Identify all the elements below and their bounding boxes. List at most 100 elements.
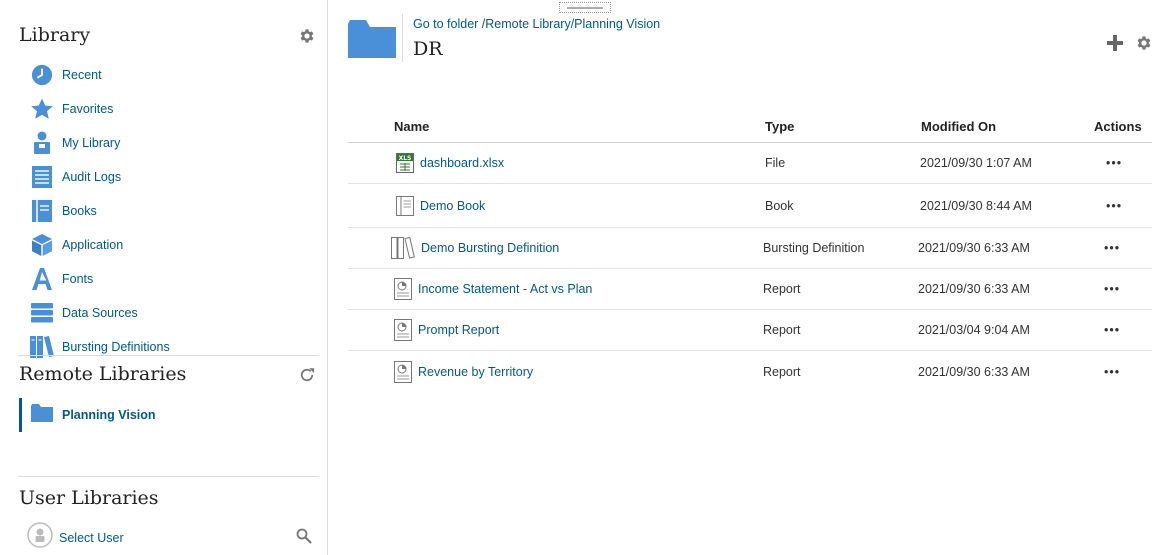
- select-user-label: Select User: [59, 530, 124, 545]
- row-type: File: [765, 156, 786, 170]
- row-modified: 2021/09/30 6:33 AM: [918, 282, 1030, 296]
- nav-item-books[interactable]: Books: [30, 194, 170, 228]
- row-name: Income Statement - Act vs Plan: [418, 282, 593, 296]
- nav-item-label: Favorites: [62, 102, 114, 116]
- library-nav: Recent Favorites My Library Audit Logs B…: [30, 58, 170, 364]
- table-header: Name Type Modified On Actions: [348, 112, 1152, 143]
- select-user-button[interactable]: Select User: [27, 522, 124, 553]
- nav-item-label: Fonts: [62, 272, 94, 286]
- library-sidebar: Library Recent Favorites My Library Audi…: [0, 0, 328, 555]
- row-type: Book: [765, 198, 794, 213]
- library-title: Library: [19, 24, 91, 46]
- nav-item-audit-logs[interactable]: Audit Logs: [30, 160, 170, 194]
- main-content: Go to folder /Remote Library/Planning Vi…: [329, 0, 1171, 555]
- page-title: DR: [413, 38, 443, 60]
- row-name-link[interactable]: Demo Bursting Definition: [391, 237, 559, 259]
- font-icon: [30, 267, 54, 291]
- column-header-actions: Actions: [1094, 119, 1142, 134]
- column-header-name[interactable]: Name: [394, 119, 429, 134]
- row-actions-menu[interactable]: •••: [1106, 156, 1122, 170]
- table-row[interactable]: Demo Bursting Definition Bursting Defini…: [348, 228, 1152, 269]
- avatar-icon: [27, 522, 53, 553]
- nav-item-label: Application: [62, 238, 124, 252]
- row-actions-menu[interactable]: •••: [1104, 241, 1120, 255]
- row-actions-menu[interactable]: •••: [1104, 323, 1120, 337]
- row-name: Demo Book: [420, 198, 486, 213]
- user-icon: [30, 131, 54, 155]
- row-modified: 2021/09/30 6:33 AM: [918, 241, 1030, 255]
- add-icon[interactable]: [1107, 35, 1123, 56]
- library-settings-gear-icon[interactable]: [298, 27, 316, 45]
- header-separator: [402, 14, 403, 62]
- nav-item-recent[interactable]: Recent: [30, 58, 170, 92]
- document-lines-icon: [30, 165, 54, 189]
- table-row[interactable]: Revenue by Territory Report 2021/09/30 6…: [348, 351, 1152, 392]
- table-row[interactable]: Income Statement - Act vs Plan Report 20…: [348, 269, 1152, 310]
- xls-icon: XLS: [396, 153, 414, 173]
- column-header-modified[interactable]: Modified On: [921, 119, 996, 134]
- row-name-link[interactable]: Prompt Report: [394, 319, 499, 341]
- row-name: Revenue by Territory: [418, 364, 534, 379]
- nav-item-label: Data Sources: [62, 306, 138, 320]
- row-name-link[interactable]: Income Statement - Act vs Plan: [394, 278, 592, 300]
- header-actions: [1107, 34, 1153, 57]
- row-name: dashboard.xlsx: [420, 156, 505, 170]
- refresh-icon[interactable]: [298, 366, 316, 384]
- report-icon: [394, 360, 412, 383]
- nav-item-label: My Library: [62, 136, 121, 150]
- book-icon: [30, 199, 54, 223]
- row-name-link[interactable]: XLS dashboard.xlsx: [396, 153, 504, 173]
- row-type: Report: [763, 364, 801, 379]
- row-name: Prompt Report: [418, 323, 500, 337]
- sidebar-divider: [18, 476, 319, 477]
- row-modified: 2021/09/30 6:33 AM: [918, 364, 1030, 379]
- remote-item-planning-vision[interactable]: Planning Vision: [19, 398, 319, 432]
- row-actions-menu[interactable]: •••: [1106, 199, 1122, 213]
- book-icon: [396, 195, 414, 216]
- row-type: Report: [763, 282, 801, 296]
- row-type: Report: [763, 323, 801, 337]
- row-actions-menu[interactable]: •••: [1104, 282, 1120, 296]
- nav-item-label: Recent: [62, 68, 102, 82]
- nav-item-label: Bursting Definitions: [62, 340, 170, 354]
- database-icon: [30, 301, 54, 325]
- report-icon: [394, 278, 412, 300]
- nav-item-label: Books: [62, 204, 97, 218]
- row-type: Bursting Definition: [763, 241, 865, 255]
- svg-text:XLS: XLS: [399, 155, 412, 162]
- nav-item-my-library[interactable]: My Library: [30, 126, 170, 160]
- row-actions-menu[interactable]: •••: [1104, 365, 1120, 379]
- breadcrumb[interactable]: Go to folder /Remote Library/Planning Vi…: [413, 17, 660, 31]
- clock-icon: [30, 63, 54, 87]
- gear-icon[interactable]: [1135, 34, 1153, 57]
- drag-handle[interactable]: [559, 2, 611, 13]
- folder-icon: [348, 20, 396, 63]
- cube-icon: [30, 233, 54, 257]
- nav-item-data-sources[interactable]: Data Sources: [30, 296, 170, 330]
- nav-item-fonts[interactable]: Fonts: [30, 262, 170, 296]
- row-name: Demo Bursting Definition: [421, 241, 560, 255]
- column-header-type[interactable]: Type: [765, 119, 794, 134]
- table-row[interactable]: Prompt Report Report 2021/03/04 9:04 AM …: [348, 310, 1152, 351]
- user-libraries-title: User Libraries: [19, 487, 159, 509]
- row-modified: 2021/09/30 1:07 AM: [920, 156, 1032, 170]
- table-row[interactable]: Demo Book Book 2021/09/30 8:44 AM •••: [348, 184, 1152, 228]
- table-row[interactable]: XLS dashboard.xlsx File 2021/09/30 1:07 …: [348, 143, 1152, 184]
- folder-icon: [31, 403, 53, 427]
- row-modified: 2021/03/04 9:04 AM: [918, 323, 1030, 337]
- nav-item-bursting-definitions[interactable]: Bursting Definitions: [30, 330, 170, 364]
- row-name-link[interactable]: Revenue by Territory: [394, 360, 534, 383]
- row-modified: 2021/09/30 8:44 AM: [920, 198, 1032, 213]
- bursting-icon: [391, 237, 415, 259]
- report-icon: [394, 319, 412, 341]
- remote-item-label: Planning Vision: [62, 408, 156, 422]
- sidebar-divider: [18, 355, 319, 356]
- catalog-table: Name Type Modified On Actions XLS dashbo…: [348, 112, 1152, 392]
- row-name-link[interactable]: Demo Book: [396, 195, 486, 216]
- star-icon: [30, 97, 54, 121]
- nav-item-application[interactable]: Application: [30, 228, 170, 262]
- nav-item-favorites[interactable]: Favorites: [30, 92, 170, 126]
- search-icon[interactable]: [296, 528, 314, 546]
- remote-libraries-title: Remote Libraries: [19, 363, 187, 385]
- nav-item-label: Audit Logs: [62, 170, 122, 184]
